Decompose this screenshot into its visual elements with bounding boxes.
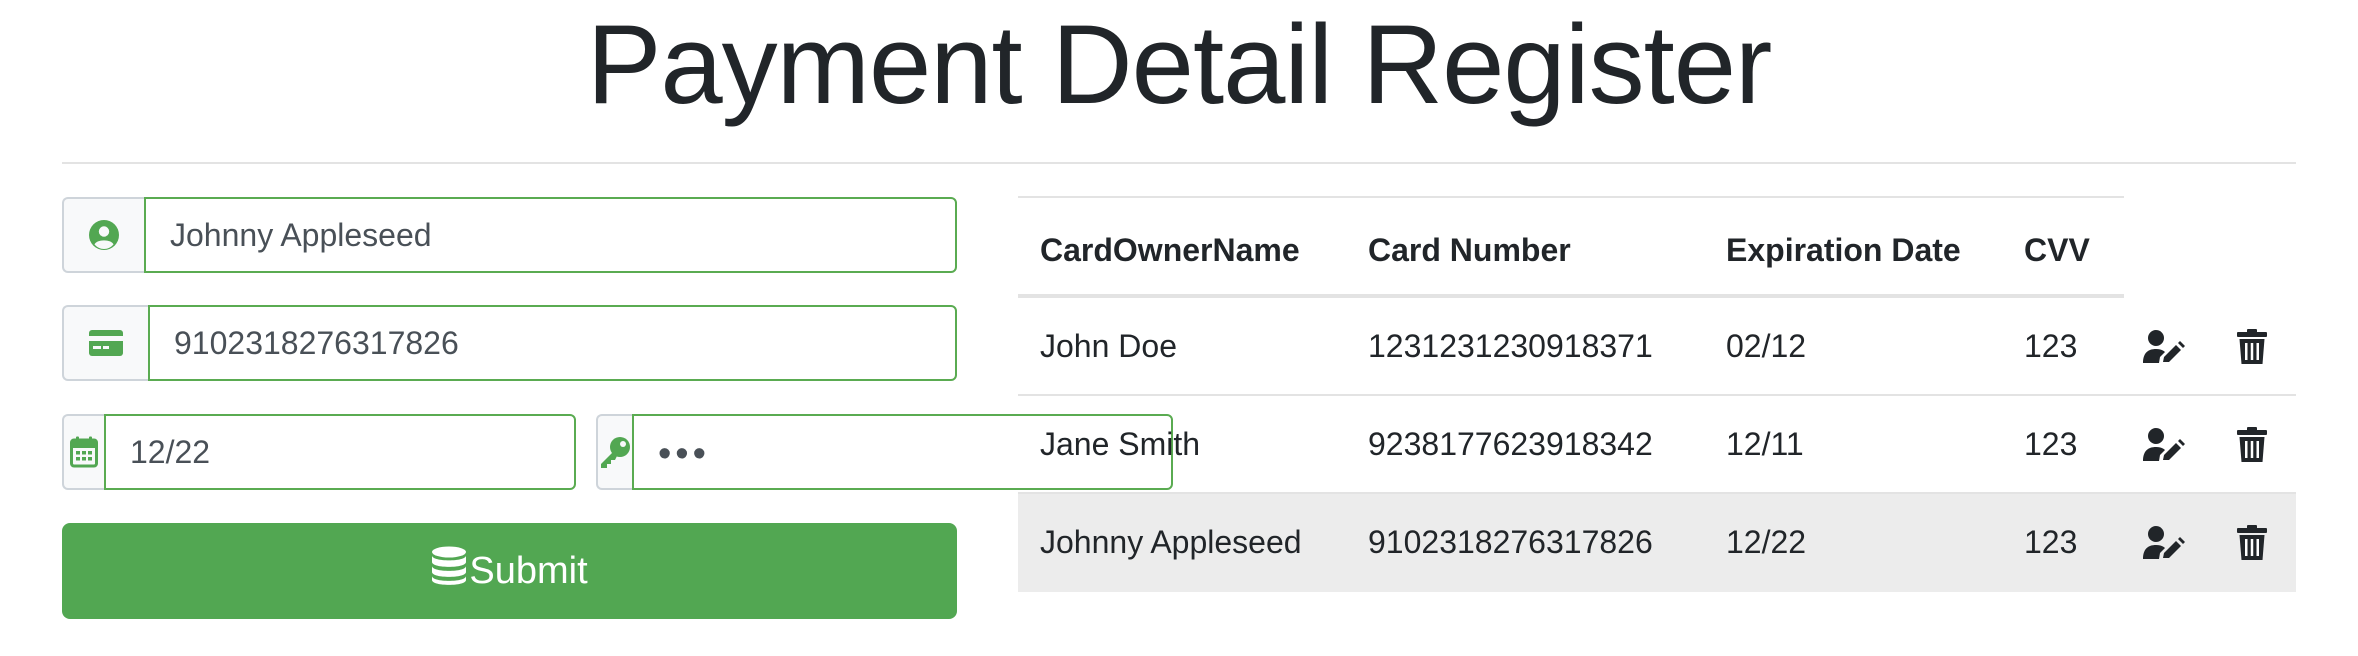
user-circle-icon <box>62 197 144 273</box>
database-icon <box>431 546 467 596</box>
column-header-card-number: Card Number <box>1368 232 1571 268</box>
key-icon <box>596 414 632 490</box>
cell-card-number: 1231231230918371 <box>1368 328 1653 364</box>
cell-expiration: 12/22 <box>1726 524 1807 560</box>
user-edit-icon[interactable] <box>2142 326 2186 368</box>
cell-owner: John Doe <box>1040 328 1177 364</box>
cell-cvv: 123 <box>2024 426 2078 462</box>
expiration-date-input[interactable] <box>104 414 576 490</box>
submit-button[interactable]: Submit <box>62 523 957 619</box>
cell-card-number: 9102318276317826 <box>1368 524 1653 560</box>
table-row[interactable]: Johnny Appleseed 9102318276317826 12/22 … <box>1018 494 2296 592</box>
column-header-cvv: CVV <box>2024 232 2090 268</box>
column-header-expiration: Expiration Date <box>1726 232 1961 268</box>
submit-label: Submit <box>469 549 588 592</box>
cell-card-number: 9238177623918342 <box>1368 426 1653 462</box>
page-title: Payment Detail Register <box>586 2 1773 127</box>
trash-icon[interactable] <box>2230 424 2274 466</box>
table-header: CardOwnerName Card Number Expiration Dat… <box>1018 196 2124 298</box>
card-owner-name-group <box>62 197 957 273</box>
table-row[interactable]: John Doe 1231231230918371 02/12 123 <box>1018 298 2296 396</box>
cvv-group <box>596 414 1173 490</box>
card-owner-name-input[interactable] <box>144 197 957 273</box>
trash-icon[interactable] <box>2230 326 2274 368</box>
calendar-icon <box>62 414 104 490</box>
trash-icon[interactable] <box>2230 522 2274 564</box>
card-number-input[interactable] <box>148 305 957 381</box>
cell-owner: Johnny Appleseed <box>1040 524 1302 560</box>
user-edit-icon[interactable] <box>2142 424 2186 466</box>
expiration-date-group <box>62 414 576 490</box>
cell-cvv: 123 <box>2024 328 2078 364</box>
user-edit-icon[interactable] <box>2142 522 2186 564</box>
cell-expiration: 02/12 <box>1726 328 1807 364</box>
column-header-owner: CardOwnerName <box>1040 232 1300 268</box>
cell-owner: Jane Smith <box>1040 426 1201 462</box>
table-row[interactable]: Jane Smith 9238177623918342 12/11 123 <box>1018 396 2296 494</box>
title-divider <box>62 162 2296 164</box>
credit-card-icon <box>62 305 148 381</box>
cell-expiration: 12/11 <box>1726 426 1804 462</box>
cell-cvv: 123 <box>2024 524 2078 560</box>
card-number-group <box>62 305 957 381</box>
